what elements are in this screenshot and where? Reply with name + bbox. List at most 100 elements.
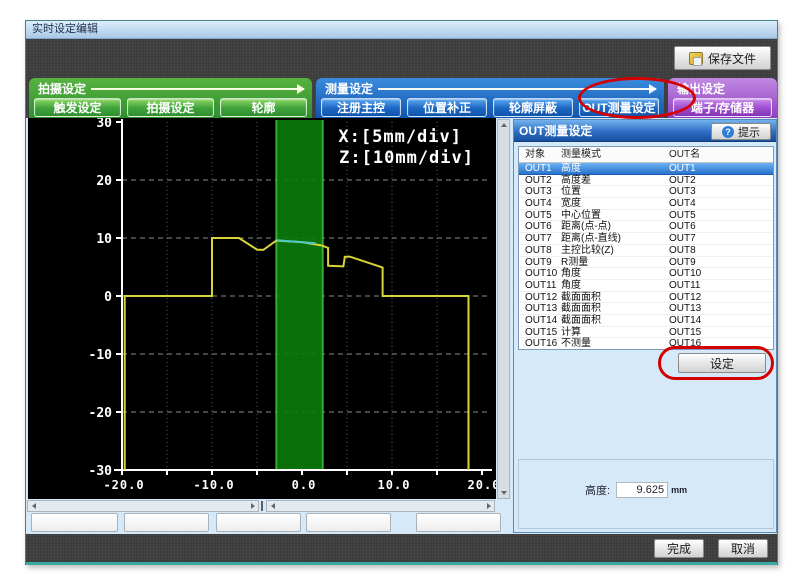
x-tick-label: 10.0 <box>378 478 411 492</box>
scroll-up-icon[interactable] <box>498 120 509 130</box>
row-out-name: OUT2 <box>669 175 773 186</box>
row-mode: 截面面积 <box>561 315 669 326</box>
row-mode: 不测量 <box>561 338 669 349</box>
row-target: OUT11 <box>519 280 561 291</box>
row-out-name: OUT7 <box>669 233 773 244</box>
scroll-left-icon[interactable] <box>28 501 39 511</box>
row-mode: 距离(点-点) <box>561 221 669 232</box>
x-tick-label: 0.0 <box>292 478 317 492</box>
y-tick-label: -20 <box>89 406 113 421</box>
table-row[interactable]: OUT5中心位置OUT5 <box>519 210 773 222</box>
table-row[interactable]: OUT1高度OUT1 <box>519 163 773 175</box>
table-row[interactable]: OUT12截面面积OUT12 <box>519 292 773 304</box>
tab-trigger-settings[interactable]: 触发设定 <box>34 98 121 117</box>
height-value: 9.625 <box>616 482 668 498</box>
row-out-name: OUT9 <box>669 257 773 268</box>
height-label: 高度: <box>585 482 610 498</box>
out-measure-table: 对象 测量模式 OUT名 OUT1高度OUT1OUT2高度差OUT2OUT3位置… <box>518 146 774 350</box>
column-out-name: OUT名 <box>669 147 773 162</box>
profile-chart-svg: 3020100-10-20-30-20.0-10.00.010.020.0X:[… <box>28 118 496 499</box>
y-tick-label: 30 <box>96 118 112 131</box>
table-row[interactable]: OUT11角度OUT11 <box>519 280 773 292</box>
save-file-icon <box>689 52 703 65</box>
capture-settings-section: 拍摄设定 触发设定 拍摄设定 轮廓 <box>29 78 312 118</box>
scroll-down-icon[interactable] <box>498 488 509 498</box>
tab-register-master[interactable]: 注册主控 <box>321 98 401 117</box>
chart-horizontal-scrollbar-left[interactable] <box>27 500 259 512</box>
row-mode: R测量 <box>561 257 669 268</box>
row-target: OUT9 <box>519 257 561 268</box>
row-mode: 角度 <box>561 268 669 279</box>
table-row[interactable]: OUT10角度OUT10 <box>519 268 773 280</box>
row-target: OUT1 <box>519 163 561 174</box>
table-row[interactable]: OUT7距离(点-直线)OUT7 <box>519 233 773 245</box>
row-mode: 高度差 <box>561 175 669 186</box>
table-row[interactable]: OUT6距离(点-点)OUT6 <box>519 221 773 233</box>
tab-profile[interactable]: 轮廓 <box>220 98 307 117</box>
chart-vertical-scrollbar[interactable] <box>497 119 510 499</box>
tab-capture-settings[interactable]: 拍摄设定 <box>127 98 214 117</box>
row-mode: 主控比较(Z) <box>561 245 669 256</box>
z-scale-label: Z:[10mm/div] <box>339 148 474 168</box>
measurement-result-box: 高度: 9.625 mm <box>518 459 774 529</box>
row-mode: 计算 <box>561 327 669 338</box>
row-out-name: OUT13 <box>669 303 773 314</box>
row-out-name: OUT5 <box>669 210 773 221</box>
save-file-label: 保存文件 <box>708 50 756 67</box>
row-mode: 角度 <box>561 280 669 291</box>
row-mode: 位置 <box>561 186 669 197</box>
table-row[interactable]: OUT15计算OUT15 <box>519 327 773 339</box>
row-out-name: OUT3 <box>669 186 773 197</box>
x-tick-label: -20.0 <box>103 478 144 492</box>
help-button[interactable]: ? 提示 <box>711 123 771 140</box>
tab-position-correction[interactable]: 位置补正 <box>407 98 487 117</box>
scroll-right-icon[interactable] <box>483 501 494 511</box>
row-target: OUT5 <box>519 210 561 221</box>
row-mode: 高度 <box>561 163 669 174</box>
measurement-band <box>276 120 322 471</box>
row-out-name: OUT8 <box>669 245 773 256</box>
finish-button[interactable]: 完成 <box>654 539 704 558</box>
cancel-button[interactable]: 取消 <box>718 539 768 558</box>
status-box <box>216 513 301 532</box>
help-label: 提示 <box>738 124 760 140</box>
section-arrow-icon <box>91 88 304 90</box>
table-row[interactable]: OUT2高度差OUT2 <box>519 175 773 187</box>
row-target: OUT13 <box>519 303 561 314</box>
row-target: OUT12 <box>519 292 561 303</box>
table-row[interactable]: OUT14截面面积OUT14 <box>519 315 773 327</box>
capture-section-title: 拍摄设定 <box>38 80 86 97</box>
scroll-left-icon[interactable] <box>267 501 278 511</box>
status-box <box>124 513 209 532</box>
row-target: OUT10 <box>519 268 561 279</box>
row-out-name: OUT12 <box>669 292 773 303</box>
measure-section-title: 测量设定 <box>325 80 373 97</box>
save-file-button[interactable]: 保存文件 <box>674 46 771 70</box>
row-out-name: OUT10 <box>669 268 773 279</box>
scroll-right-icon[interactable] <box>247 501 258 511</box>
scrollbar-divider <box>261 501 263 511</box>
status-box <box>306 513 391 532</box>
table-row[interactable]: OUT9R测量OUT9 <box>519 257 773 269</box>
tab-profile-mask[interactable]: 轮廓屏蔽 <box>493 98 573 117</box>
row-mode: 宽度 <box>561 198 669 209</box>
x-tick-label: 20.0 <box>468 478 496 492</box>
row-target: OUT8 <box>519 245 561 256</box>
row-mode: 截面面积 <box>561 303 669 314</box>
chart-horizontal-scrollbar-right[interactable] <box>266 500 495 512</box>
table-row[interactable]: OUT3位置OUT3 <box>519 186 773 198</box>
row-out-name: OUT15 <box>669 327 773 338</box>
y-tick-label: 0 <box>104 290 112 305</box>
x-scale-label: X:[5mm/div] <box>338 127 462 147</box>
y-tick-label: 20 <box>96 174 112 189</box>
x-tick-label: -10.0 <box>193 478 234 492</box>
help-icon: ? <box>722 126 734 138</box>
table-row[interactable]: OUT13截面面积OUT13 <box>519 303 773 315</box>
table-row[interactable]: OUT4宽度OUT4 <box>519 198 773 210</box>
row-target: OUT6 <box>519 221 561 232</box>
row-out-name: OUT1 <box>669 163 773 174</box>
row-target: OUT4 <box>519 198 561 209</box>
y-tick-label: 10 <box>96 232 112 247</box>
status-box <box>31 513 118 532</box>
table-row[interactable]: OUT8主控比较(Z)OUT8 <box>519 245 773 257</box>
